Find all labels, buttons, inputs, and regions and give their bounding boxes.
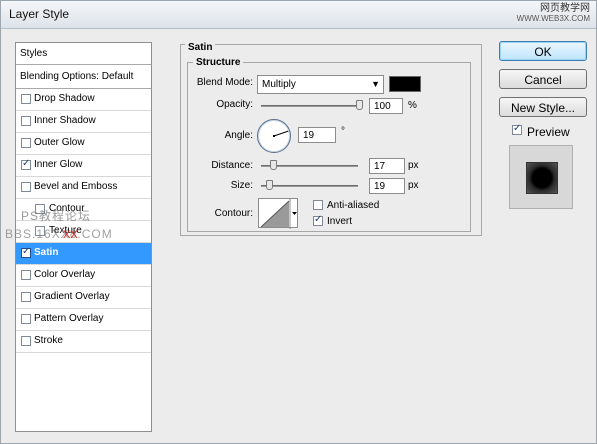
angle-unit: ° xyxy=(341,126,345,137)
invert-checkbox[interactable] xyxy=(313,214,323,226)
styles-header[interactable]: Styles xyxy=(16,43,151,65)
style-item-label: Pattern Overlay xyxy=(34,313,104,324)
distance-label: Distance: xyxy=(211,160,253,171)
chevron-down-icon: ▼ xyxy=(371,79,380,89)
style-item-checkbox[interactable] xyxy=(21,116,31,126)
size-input[interactable]: 19 xyxy=(369,178,405,194)
style-item-label: Color Overlay xyxy=(34,269,96,280)
style-item-checkbox[interactable] xyxy=(21,314,31,324)
angle-dial-needle xyxy=(273,130,289,137)
size-label: Size: xyxy=(230,180,253,191)
anti-aliased-checkbox[interactable] xyxy=(313,200,323,210)
watermark: 网页教学网 WWW.WEB3X.COM xyxy=(517,4,590,24)
style-item-checkbox[interactable] xyxy=(35,204,45,214)
size-slider-thumb[interactable] xyxy=(265,180,273,190)
angle-dial[interactable] xyxy=(257,119,291,153)
watermark-line2: WWW.WEB3X.COM xyxy=(516,14,590,23)
preview-swatch xyxy=(526,162,558,194)
satin-group-title: Satin xyxy=(185,42,216,53)
style-item-label: Drop Shadow xyxy=(34,93,95,104)
style-item-label: Inner Glow xyxy=(34,159,83,170)
blend-mode-select[interactable]: Multiply ▼ xyxy=(257,75,384,94)
distance-slider-thumb[interactable] xyxy=(269,160,277,170)
style-item-checkbox[interactable] xyxy=(21,182,31,192)
watermark-line1: 网页教学网 xyxy=(540,3,590,14)
anti-aliased-label: Anti-aliased xyxy=(327,200,380,211)
blend-color-swatch[interactable] xyxy=(389,76,421,92)
preview-label: Preview xyxy=(527,125,570,139)
style-item-checkbox[interactable] xyxy=(21,292,31,302)
style-item-label: Inner Shadow xyxy=(34,115,96,126)
style-item-checkbox[interactable] xyxy=(21,94,31,104)
style-item-bevel-and-emboss[interactable]: Bevel and Emboss xyxy=(16,177,151,199)
style-item-gradient-overlay[interactable]: Gradient Overlay xyxy=(16,287,151,309)
style-item-inner-shadow[interactable]: Inner Shadow xyxy=(16,111,151,133)
style-item-label: Contour xyxy=(49,203,85,214)
style-item-checkbox[interactable] xyxy=(21,270,31,280)
blend-mode-value: Multiply xyxy=(262,79,296,90)
style-item-label: Bevel and Emboss xyxy=(34,181,118,192)
style-item-label: Outer Glow xyxy=(34,137,85,148)
style-item-label: Satin xyxy=(34,247,59,258)
style-item-label: Texture xyxy=(49,225,82,236)
style-item-checkbox[interactable] xyxy=(35,226,45,236)
style-item-color-overlay[interactable]: Color Overlay xyxy=(16,265,151,287)
style-item-inner-glow[interactable]: Inner Glow xyxy=(16,155,151,177)
layer-style-dialog: Layer Style 网页教学网 WWW.WEB3X.COM Styles B… xyxy=(0,0,597,444)
structure-group-title: Structure xyxy=(193,57,244,68)
distance-input[interactable]: 17 xyxy=(369,158,405,174)
style-item-texture[interactable]: Texture xyxy=(16,221,151,243)
style-item-outer-glow[interactable]: Outer Glow xyxy=(16,133,151,155)
style-item-checkbox[interactable] xyxy=(21,158,31,170)
opacity-input[interactable]: 100 xyxy=(369,98,403,114)
angle-label: Angle: xyxy=(224,130,253,141)
contour-label: Contour: xyxy=(214,208,253,219)
style-item-checkbox[interactable] xyxy=(21,138,31,148)
style-item-label: Gradient Overlay xyxy=(34,291,110,302)
opacity-label: Opacity: xyxy=(216,99,253,110)
contour-picker[interactable] xyxy=(258,198,298,229)
size-slider-track[interactable] xyxy=(261,185,358,187)
title-bar[interactable]: Layer Style 网页教学网 WWW.WEB3X.COM xyxy=(1,1,596,29)
distance-unit: px xyxy=(408,160,419,171)
angle-input[interactable]: 19 xyxy=(298,127,336,143)
blending-options-item[interactable]: Blending Options: Default xyxy=(16,65,151,89)
ok-button[interactable]: OK xyxy=(499,41,587,61)
style-item-stroke[interactable]: Stroke xyxy=(16,331,151,353)
style-item-checkbox[interactable] xyxy=(21,336,31,346)
style-item-label: Stroke xyxy=(34,335,63,346)
preview-checkbox[interactable] xyxy=(512,123,522,135)
window-title: Layer Style xyxy=(9,7,70,21)
style-item-pattern-overlay[interactable]: Pattern Overlay xyxy=(16,309,151,331)
blend-mode-label: Blend Mode: xyxy=(196,77,253,88)
invert-label: Invert xyxy=(327,216,353,227)
preview-thumbnail xyxy=(509,145,573,209)
contour-curve-icon xyxy=(260,199,297,229)
cancel-button[interactable]: Cancel xyxy=(499,69,587,89)
new-style-button[interactable]: New Style... xyxy=(499,97,587,117)
styles-list: Styles Blending Options: Default Drop Sh… xyxy=(15,42,152,432)
opacity-unit: % xyxy=(408,100,417,111)
style-item-contour[interactable]: Contour xyxy=(16,199,151,221)
opacity-slider-thumb[interactable] xyxy=(356,100,363,110)
opacity-slider-track[interactable] xyxy=(261,105,363,107)
style-item-satin[interactable]: Satin xyxy=(16,243,151,265)
style-item-checkbox[interactable] xyxy=(21,246,31,258)
style-item-drop-shadow[interactable]: Drop Shadow xyxy=(16,89,151,111)
size-unit: px xyxy=(408,180,419,191)
